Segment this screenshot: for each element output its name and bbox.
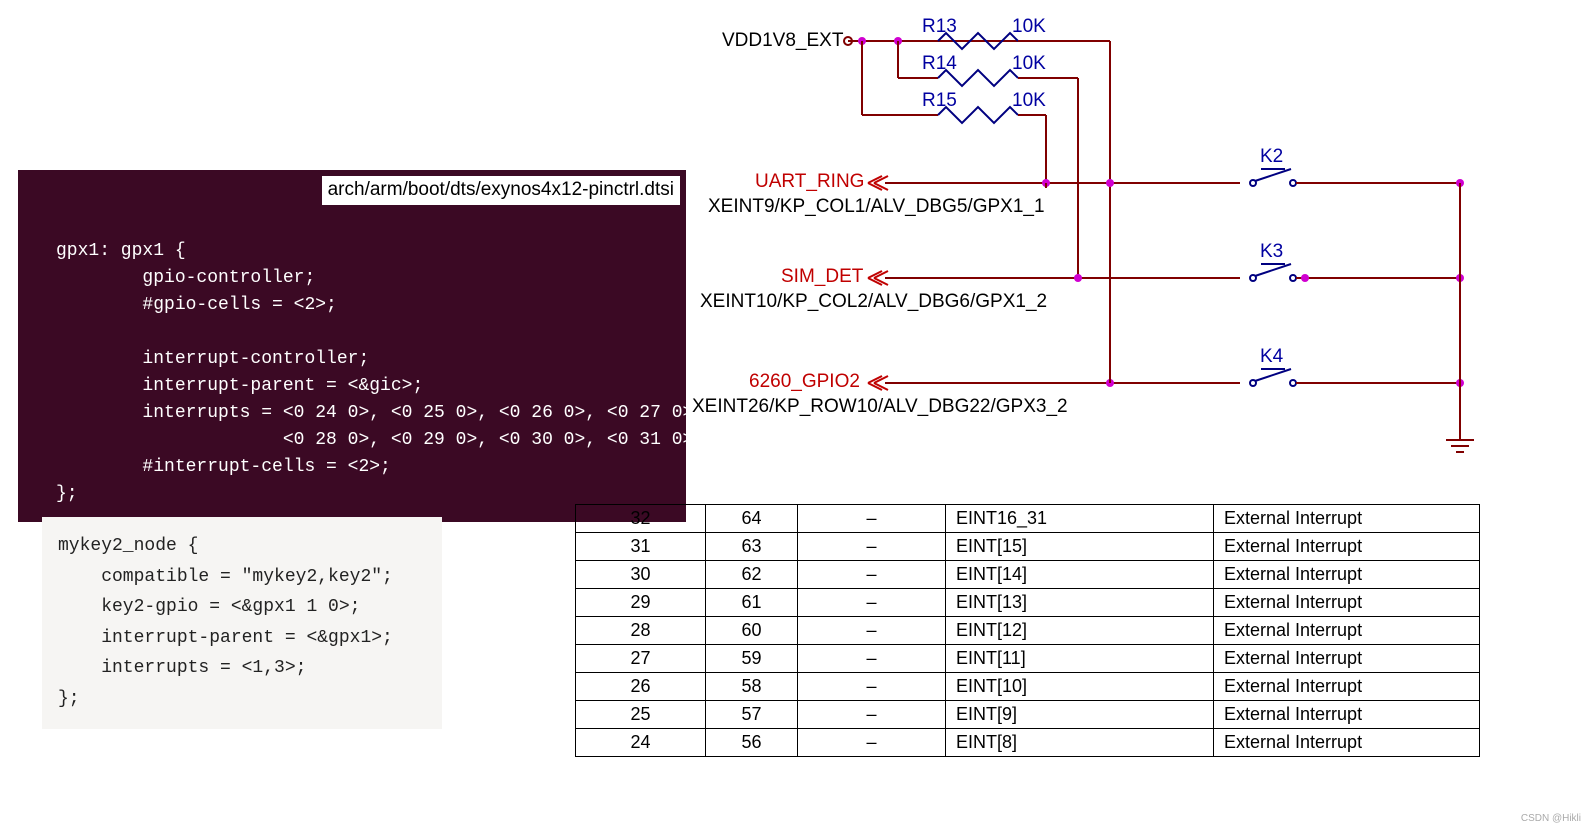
signal-name: XEINT10/KP_COL2/ALV_DBG6/GPX1_2 <box>700 291 1047 313</box>
table-cell: EINT[12] <box>946 617 1214 645</box>
resistor-ref: R13 <box>922 16 957 38</box>
table-cell: External Interrupt <box>1214 505 1480 533</box>
resistor-val: 10K <box>1012 90 1046 112</box>
table-cell: EINT[14] <box>946 561 1214 589</box>
code-line: <0 28 0>, <0 29 0>, <0 30 0>, <0 31 0>; <box>56 430 704 450</box>
key-ref: K2 <box>1260 146 1283 168</box>
table-cell: External Interrupt <box>1214 673 1480 701</box>
table-cell: EINT[10] <box>946 673 1214 701</box>
power-label: VDD1V8_EXT <box>722 30 843 52</box>
table-row: 3062–EINT[14]External Interrupt <box>576 561 1480 589</box>
table-cell: EINT[15] <box>946 533 1214 561</box>
resistor-val: 10K <box>1012 16 1046 38</box>
signal-name: XEINT9/KP_COL1/ALV_DBG5/GPX1_1 <box>708 196 1045 218</box>
code-line: gpx1: gpx1 { <box>56 241 186 261</box>
key-ref: K3 <box>1260 241 1283 263</box>
code-line: key2-gpio = <&gpx1 1 0>; <box>58 597 360 617</box>
table-cell: 56 <box>706 729 798 757</box>
table-cell: 62 <box>706 561 798 589</box>
table-cell: 28 <box>576 617 706 645</box>
code-line: }; <box>56 484 78 504</box>
table-cell: 30 <box>576 561 706 589</box>
net-name: SIM_DET <box>781 266 863 288</box>
table-cell: 27 <box>576 645 706 673</box>
signal-name: XEINT26/KP_ROW10/ALV_DBG22/GPX3_2 <box>692 396 1068 418</box>
table-cell: 25 <box>576 701 706 729</box>
table-cell: – <box>798 561 946 589</box>
table-row: 3163–EINT[15]External Interrupt <box>576 533 1480 561</box>
code-line: interrupts = <1,3>; <box>58 658 306 678</box>
table-row: 2961–EINT[13]External Interrupt <box>576 589 1480 617</box>
code-line: interrupt-parent = <&gpx1>; <box>58 628 393 648</box>
table-cell: External Interrupt <box>1214 561 1480 589</box>
resistor-ref: R15 <box>922 90 957 112</box>
table-cell: – <box>798 673 946 701</box>
table-cell: 26 <box>576 673 706 701</box>
schematic-diagram: VDD1V8_EXT R13 10K R14 10K R15 10K K2 K3… <box>700 8 1570 468</box>
table-cell: – <box>798 589 946 617</box>
code-line: mykey2_node { <box>58 536 198 556</box>
watermark: CSDN @Hikli <box>1521 813 1581 824</box>
table-row: 3264–EINT16_31External Interrupt <box>576 505 1480 533</box>
table-cell: 60 <box>706 617 798 645</box>
code-line: #interrupt-cells = <2>; <box>56 457 391 477</box>
net-name: UART_RING <box>755 171 864 193</box>
code-line: interrupt-controller; <box>56 349 369 369</box>
table-row: 2860–EINT[12]External Interrupt <box>576 617 1480 645</box>
table-cell: 63 <box>706 533 798 561</box>
table-cell: External Interrupt <box>1214 729 1480 757</box>
table-cell: EINT[9] <box>946 701 1214 729</box>
resistor-ref: R14 <box>922 53 957 75</box>
file-path-label: arch/arm/boot/dts/exynos4x12-pinctrl.dts… <box>322 176 680 205</box>
table-cell: External Interrupt <box>1214 645 1480 673</box>
table-cell: External Interrupt <box>1214 701 1480 729</box>
table-cell: – <box>798 729 946 757</box>
table-cell: 29 <box>576 589 706 617</box>
table-row: 2456–EINT[8]External Interrupt <box>576 729 1480 757</box>
table-row: 2759–EINT[11]External Interrupt <box>576 645 1480 673</box>
table-cell: 61 <box>706 589 798 617</box>
table-cell: – <box>798 645 946 673</box>
interrupt-table: 3264–EINT16_31External Interrupt3163–EIN… <box>575 504 1480 757</box>
code-block-gpx1: arch/arm/boot/dts/exynos4x12-pinctrl.dts… <box>18 170 686 522</box>
resistor-val: 10K <box>1012 53 1046 75</box>
table-cell: External Interrupt <box>1214 589 1480 617</box>
table-cell: External Interrupt <box>1214 617 1480 645</box>
table-cell: 32 <box>576 505 706 533</box>
code-block-mykey2: mykey2_node { compatible = "mykey2,key2"… <box>42 517 442 729</box>
table-cell: 24 <box>576 729 706 757</box>
table-cell: – <box>798 505 946 533</box>
table-cell: EINT[13] <box>946 589 1214 617</box>
code-line: compatible = "mykey2,key2"; <box>58 567 393 587</box>
table-cell: 57 <box>706 701 798 729</box>
key-ref: K4 <box>1260 346 1283 368</box>
table-cell: 59 <box>706 645 798 673</box>
code-line: }; <box>58 689 80 709</box>
table-cell: EINT[11] <box>946 645 1214 673</box>
table-row: 2557–EINT[9]External Interrupt <box>576 701 1480 729</box>
code-line: #gpio-cells = <2>; <box>56 295 337 315</box>
table-cell: 58 <box>706 673 798 701</box>
table-cell: – <box>798 533 946 561</box>
code-line: interrupts = <0 24 0>, <0 25 0>, <0 26 0… <box>56 403 704 423</box>
table-row: 2658–EINT[10]External Interrupt <box>576 673 1480 701</box>
table-cell: 64 <box>706 505 798 533</box>
code-line: gpio-controller; <box>56 268 315 288</box>
table-cell: EINT16_31 <box>946 505 1214 533</box>
table-cell: – <box>798 617 946 645</box>
table-cell: 31 <box>576 533 706 561</box>
table-cell: External Interrupt <box>1214 533 1480 561</box>
table-cell: – <box>798 701 946 729</box>
table-cell: EINT[8] <box>946 729 1214 757</box>
code-line: interrupt-parent = <&gic>; <box>56 376 423 396</box>
net-name: 6260_GPIO2 <box>749 371 860 393</box>
